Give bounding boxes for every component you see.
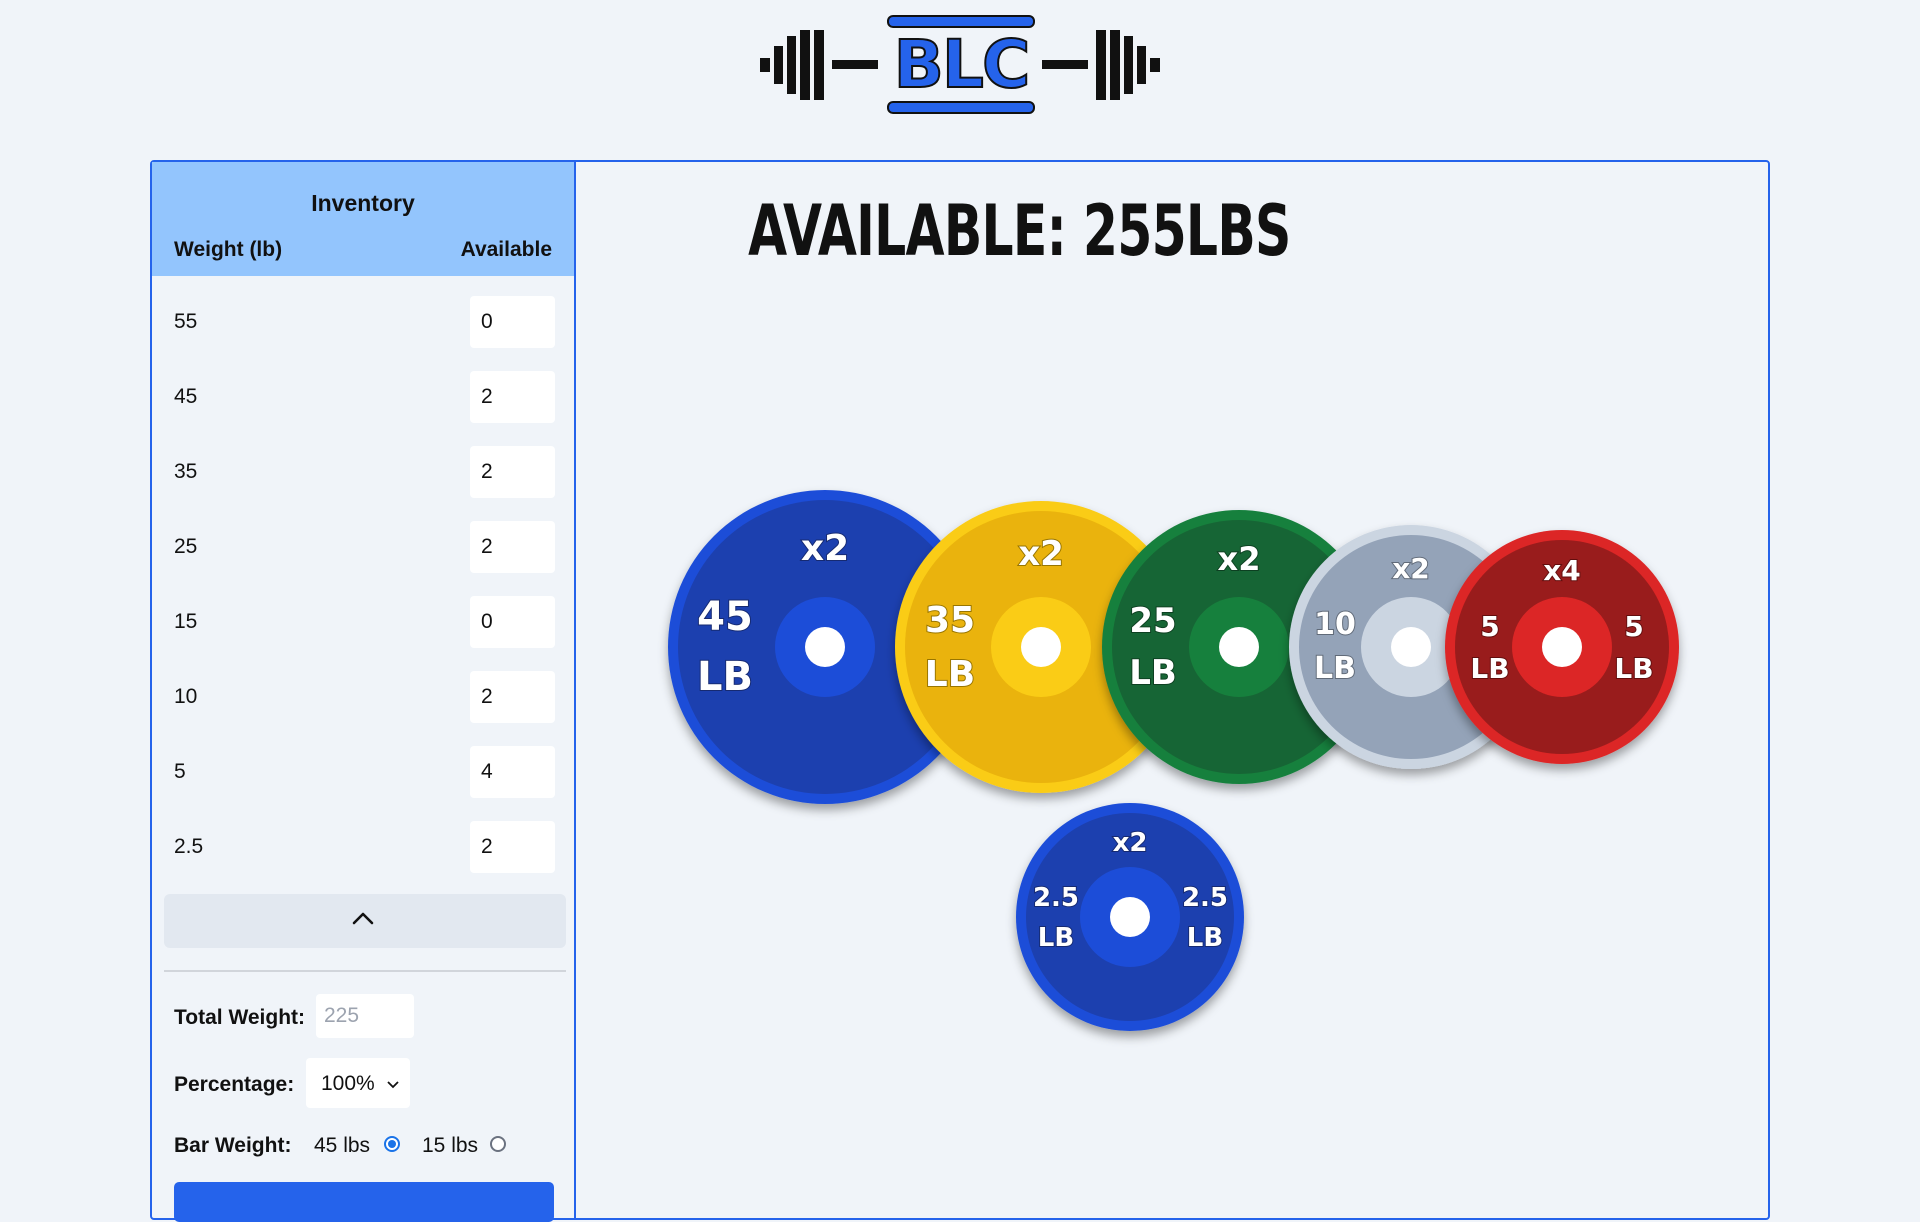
- plate-unit: LB: [1038, 923, 1074, 953]
- plate-unit: LB: [697, 654, 753, 700]
- plate-count: x2: [1018, 534, 1064, 574]
- plate-weight: 10: [1314, 607, 1356, 642]
- plate-weight: 25: [1129, 601, 1176, 641]
- plate-weight: 5: [1624, 610, 1643, 643]
- plate-unit: LB: [1129, 653, 1177, 693]
- plate-count: x2: [801, 528, 849, 569]
- plate-weight: 2.5: [1033, 883, 1079, 913]
- plate-unit: LB: [925, 654, 975, 695]
- plate-unit: LB: [1187, 923, 1223, 953]
- plate-unit: LB: [1470, 652, 1509, 685]
- plate-weight: 45: [697, 594, 753, 640]
- plate-unit: LB: [1614, 652, 1653, 685]
- plate-unit: LB: [1314, 651, 1356, 686]
- plate-count: x2: [1392, 552, 1430, 585]
- plate-weight: 35: [925, 600, 975, 641]
- plate-count: x2: [1113, 828, 1148, 858]
- plate-count: x2: [1218, 540, 1261, 578]
- plate-weight: 2.5: [1182, 883, 1228, 913]
- plate-weight: 5: [1480, 610, 1499, 643]
- plates-display: x2 45 LB x2 35 LB x2 25 LB x2 10 LB x4 5…: [668, 490, 1679, 1031]
- plate-5: x4 5 LB 5 LB: [1445, 530, 1679, 764]
- plate-count: x4: [1543, 554, 1581, 587]
- plate-2-5: x2 2.5 LB 2.5 LB: [1016, 803, 1244, 1031]
